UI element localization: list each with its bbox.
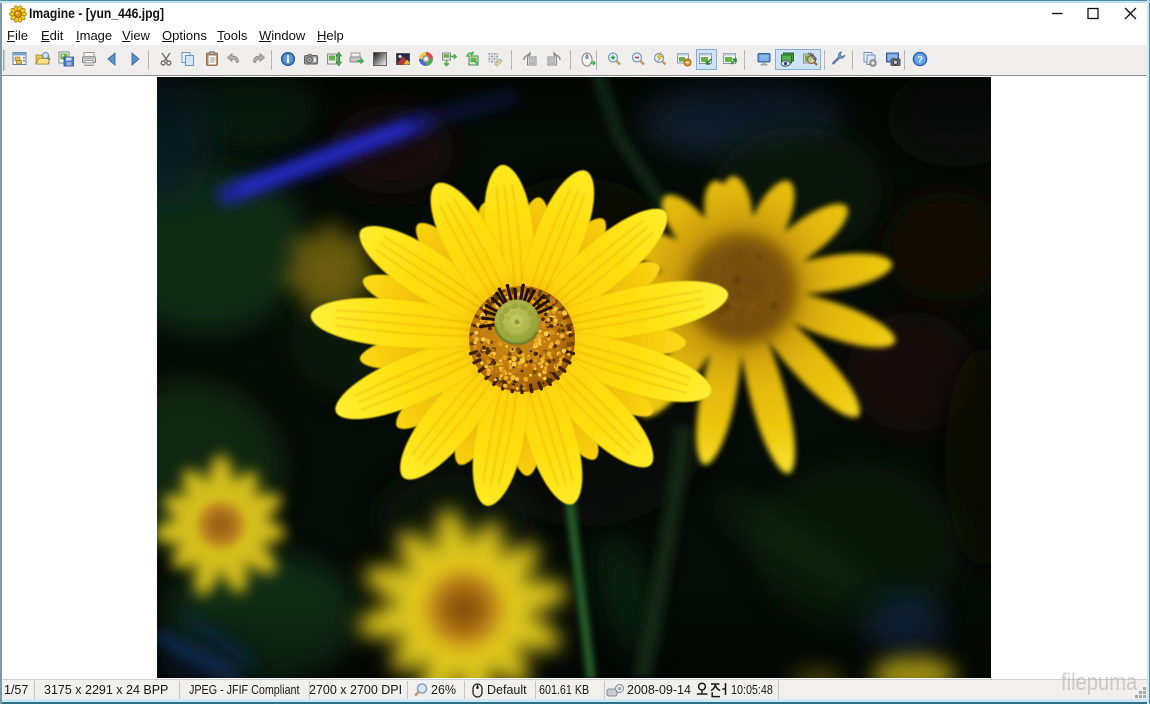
- svg-text:?: ?: [917, 54, 923, 65]
